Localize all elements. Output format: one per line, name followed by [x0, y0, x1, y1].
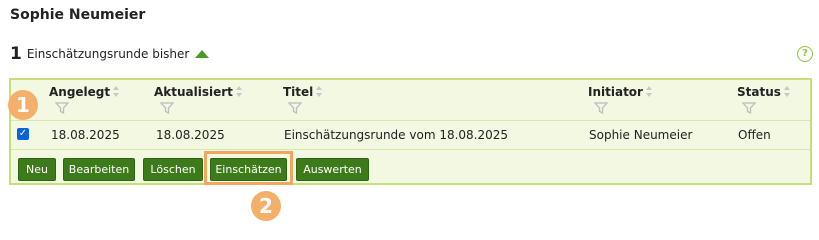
filter-icon[interactable] — [55, 102, 69, 114]
page-title: Sophie Neumeier — [10, 7, 146, 23]
delete-button[interactable]: Löschen — [143, 158, 203, 181]
round-count-line: 1 Einschätzungsrunde bisher — [10, 44, 210, 64]
cell-angelegt: 18.08.2025 — [51, 128, 120, 142]
step-badge-2: 2 — [251, 191, 281, 221]
table-header: Angelegt Aktualisiert Titel Initiator St… — [11, 80, 810, 121]
round-count-label: Einschätzungsrunde bisher — [26, 47, 190, 61]
column-label: Initiator — [588, 85, 643, 99]
column-header-titel[interactable]: Titel — [283, 85, 323, 99]
table-row[interactable]: ✓ 18.08.2025 18.08.2025 Einschätzungsrun… — [11, 121, 810, 150]
cell-titel: Einschätzungsrunde vom 18.08.2025 — [284, 128, 509, 142]
sort-icon[interactable] — [113, 86, 120, 98]
filter-icon[interactable] — [160, 102, 174, 114]
sort-icon[interactable] — [783, 86, 791, 98]
sort-icon[interactable] — [235, 86, 243, 98]
column-label: Titel — [283, 85, 314, 99]
filter-icon[interactable] — [594, 102, 608, 114]
cell-status: Offen — [738, 128, 771, 142]
column-label: Status — [737, 85, 781, 99]
new-button[interactable]: Neu — [18, 158, 56, 181]
filter-icon[interactable] — [742, 102, 756, 114]
cell-aktualisiert: 18.08.2025 — [156, 128, 225, 142]
filter-icon[interactable] — [288, 102, 302, 114]
step-badge-1: 1 — [8, 90, 38, 120]
column-header-status[interactable]: Status — [737, 85, 791, 99]
column-header-aktualisiert[interactable]: Aktualisiert — [154, 85, 243, 99]
sort-icon[interactable] — [316, 86, 323, 98]
round-count: 1 — [10, 44, 22, 64]
row-checkbox[interactable]: ✓ — [17, 128, 29, 140]
sort-icon[interactable] — [645, 86, 653, 98]
column-label: Angelegt — [49, 85, 111, 99]
evaluate-button[interactable]: Auswerten — [296, 158, 369, 181]
highlight-frame — [204, 151, 293, 185]
edit-button[interactable]: Bearbeiten — [63, 158, 135, 181]
rounds-table-panel: Angelegt Aktualisiert Titel Initiator St… — [9, 78, 812, 185]
collapse-arrow-icon[interactable] — [195, 50, 210, 58]
help-icon[interactable]: ? — [797, 46, 813, 62]
column-header-angelegt[interactable]: Angelegt — [49, 85, 120, 99]
column-label: Aktualisiert — [154, 85, 233, 99]
cell-initiator: Sophie Neumeier — [589, 128, 693, 142]
column-header-initiator[interactable]: Initiator — [588, 85, 653, 99]
